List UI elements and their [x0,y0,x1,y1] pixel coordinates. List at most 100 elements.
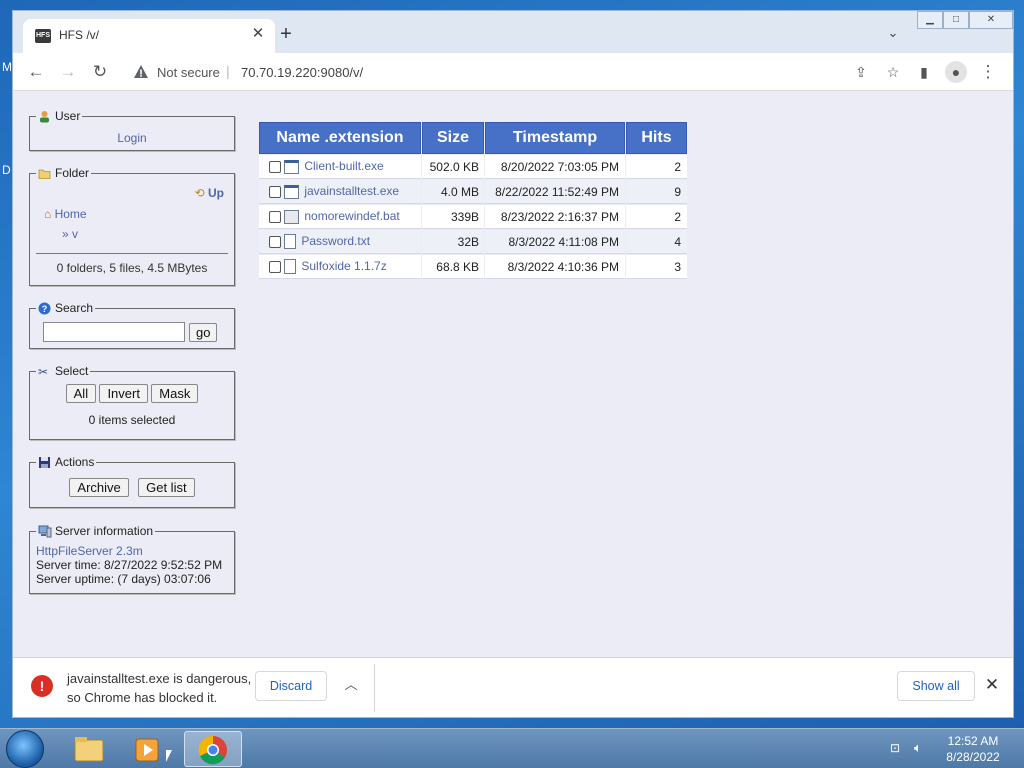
tab-hfs[interactable]: HFS HFS /v/ ✕ [23,19,275,53]
taskbar-clock[interactable]: 12:52 AM 8/28/2022 [940,733,1006,765]
help-icon: ? [38,302,51,315]
file-link[interactable]: Client-built.exe [304,159,383,173]
hfs-version-link[interactable]: HttpFileServer 2.3m [36,544,143,558]
warning-triangle-icon [134,65,148,78]
table-row: nomorewindef.bat 339B 8/23/2022 2:16:37 … [259,205,687,229]
file-explorer-icon[interactable] [60,731,118,767]
file-hits: 9 [626,180,687,204]
file-timestamp: 8/3/2022 4:10:36 PM [485,255,625,279]
up-link[interactable]: Up [208,186,224,200]
file-link[interactable]: javainstalltest.exe [304,184,399,198]
file-hits: 2 [626,205,687,229]
profile-avatar-icon[interactable]: ● [945,61,967,83]
discard-button[interactable]: Discard [255,671,327,701]
new-tab-plus-icon[interactable]: + [275,24,297,46]
actions-panel: Actions Archive Get list [29,455,235,508]
page-content: User Login Folder ⟲ Up ⌂ Home » v 0 fold… [13,91,1013,657]
search-input[interactable] [43,322,185,342]
taskbar-time: 12:52 AM [947,734,999,748]
scissors-icon: ✂ [38,364,49,379]
bookmark-star-icon[interactable]: ☆ [883,62,903,82]
security-status: Not secure [157,65,220,80]
side-panel-icon[interactable]: ▮ [913,61,935,83]
get-list-button[interactable]: Get list [138,478,195,497]
file-table: Name .extension Size Timestamp Hits Clie… [258,121,688,280]
column-header-timestamp[interactable]: Timestamp [485,122,625,154]
file-link[interactable]: Sulfoxide 1.1.7z [301,259,386,273]
row-checkbox[interactable] [269,260,281,273]
select-legend: Select [55,364,89,378]
error-icon: ! [31,675,53,697]
home-icon: ⌂ [44,207,52,221]
generic-file-icon [284,259,297,275]
row-checkbox[interactable] [269,160,281,173]
table-header-row: Name .extension Size Timestamp Hits [259,122,687,154]
file-link[interactable]: nomorewindef.bat [304,209,399,223]
search-panel: ? Search go [29,301,235,349]
address-bar[interactable]: Not secure | 70.70.19.220:9080/v/ ⇪ ☆ [125,58,899,86]
show-all-button[interactable]: Show all [897,671,975,701]
home-link[interactable]: Home [55,207,87,221]
select-all-button[interactable]: All [65,384,97,403]
close-download-bar-icon[interactable]: ✕ [981,674,1003,696]
row-checkbox[interactable] [269,235,281,248]
server-uptime: Server uptime: (7 days) 03:07:06 [36,572,211,586]
volume-icon[interactable]: 🔈︎ [914,740,922,756]
column-header-name[interactable]: Name .extension [259,122,421,154]
file-hits: 4 [626,230,687,254]
exe-file-icon [284,159,300,174]
folder-icon [38,167,51,180]
share-icon[interactable]: ⇪ [851,62,871,82]
tab-search-chevron-icon[interactable]: ⌄ [885,25,901,41]
server-info-legend: Server information [55,524,154,538]
folder-panel: Folder ⟲ Up ⌂ Home » v 0 folders, 5 file… [29,166,235,286]
user-panel: User Login [29,109,235,151]
floppy-disk-icon [38,456,51,469]
svg-text:?: ? [42,304,48,314]
download-bar: ! javainstalltest.exe is dangerous, so C… [13,657,1013,717]
download-warning-line1: javainstalltest.exe is dangerous, [67,671,252,686]
file-link[interactable]: Password.txt [301,234,370,248]
breadcrumb-v-link[interactable]: » v [62,227,78,241]
folder-summary: 0 folders, 5 files, 4.5 MBytes [36,253,228,275]
toolbar: ← → ↻ Not secure | 70.70.19.220:9080/v/ … [13,53,1013,91]
reload-icon[interactable]: ↻ [89,61,111,83]
table-row: Sulfoxide 1.1.7z 68.8 KB 8/3/2022 4:10:3… [259,255,687,279]
minimize-button[interactable]: ▁ [917,11,943,29]
column-header-size[interactable]: Size [422,122,484,154]
maximize-button[interactable]: □ [943,11,969,29]
start-button[interactable] [6,730,44,768]
chevron-up-icon[interactable]: ︿ [341,674,361,696]
file-timestamp: 8/20/2022 7:03:05 PM [485,155,625,179]
tab-close-icon[interactable]: ✕ [249,25,267,43]
file-size: 339B [422,205,484,229]
back-arrow-icon[interactable]: ← [25,61,47,83]
login-link[interactable]: Login [117,131,146,145]
row-checkbox[interactable] [269,185,281,198]
user-icon [38,110,51,123]
archive-button[interactable]: Archive [69,478,129,497]
search-go-button[interactable]: go [189,322,218,342]
taskbar: ⊡ 🔈︎ 12:52 AM 8/28/2022 [0,728,1024,768]
url-text: 70.70.19.220:9080/v/ [241,65,364,80]
forward-arrow-icon[interactable]: → [57,61,79,83]
network-icon[interactable]: ⊡ [890,741,900,755]
taskbar-date: 8/28/2022 [946,750,1000,764]
bat-file-icon [284,209,300,224]
selection-status: 0 items selected [88,413,176,427]
server-info-panel: Server information HttpFileServer 2.3m S… [29,524,235,594]
row-checkbox[interactable] [269,210,281,223]
chrome-window: HFS HFS /v/ ✕ + ⌄ ▁ □ ✕ ← → ↻ Not secure… [12,10,1014,718]
mask-button[interactable]: Mask [151,384,199,403]
up-folder-icon: ⟲ [194,186,205,200]
file-size: 4.0 MB [422,180,484,204]
chrome-taskbar-icon[interactable] [184,731,242,767]
desktop-icon-label: D [2,163,11,177]
menu-kebab-icon[interactable]: ⋮ [977,61,999,83]
hfs-favicon-icon: HFS [35,29,51,43]
download-warning[interactable]: javainstalltest.exe is dangerous, so Chr… [67,669,251,707]
column-header-hits[interactable]: Hits [626,122,687,154]
invert-button[interactable]: Invert [99,384,148,403]
folder-legend: Folder [55,166,90,180]
close-window-button[interactable]: ✕ [969,11,1013,29]
